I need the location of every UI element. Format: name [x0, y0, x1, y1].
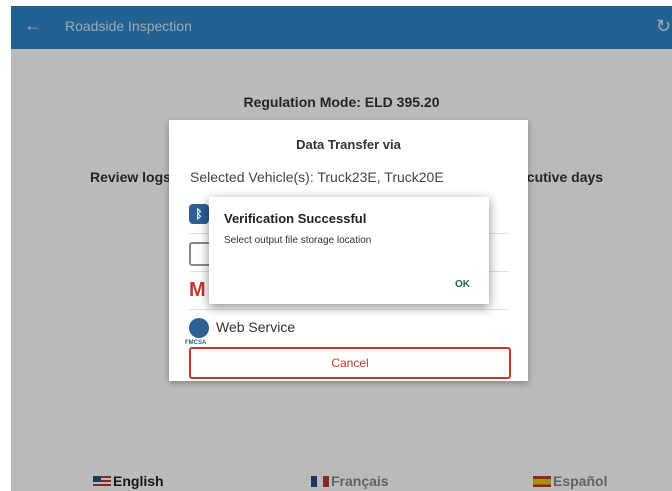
verification-dialog: Verification Successful Select output fi… — [209, 197, 489, 304]
selected-vehicles: Selected Vehicle(s): Truck23E, Truck20E — [190, 169, 444, 185]
dialog-title: Data Transfer via — [296, 137, 401, 152]
fmcsa-icon: FMCSA — [185, 318, 209, 346]
verification-title: Verification Successful — [224, 211, 367, 226]
bluetooth-icon: ᛒ — [189, 204, 209, 224]
transfer-option-web-service[interactable]: FMCSA Web Service — [185, 309, 509, 347]
fmcsa-icon-caption: FMCSA — [185, 340, 207, 346]
email-icon: M — [189, 279, 206, 301]
cancel-button[interactable]: Cancel — [189, 347, 511, 379]
option-label: Web Service — [216, 319, 296, 335]
verification-message: Select output file storage location — [224, 235, 372, 246]
ok-button[interactable]: OK — [455, 279, 470, 290]
app-screen: ← Roadside Inspection ↻ Regulation Mode:… — [11, 6, 672, 491]
screenshot-frame: ← Roadside Inspection ↻ Regulation Mode:… — [0, 0, 672, 491]
